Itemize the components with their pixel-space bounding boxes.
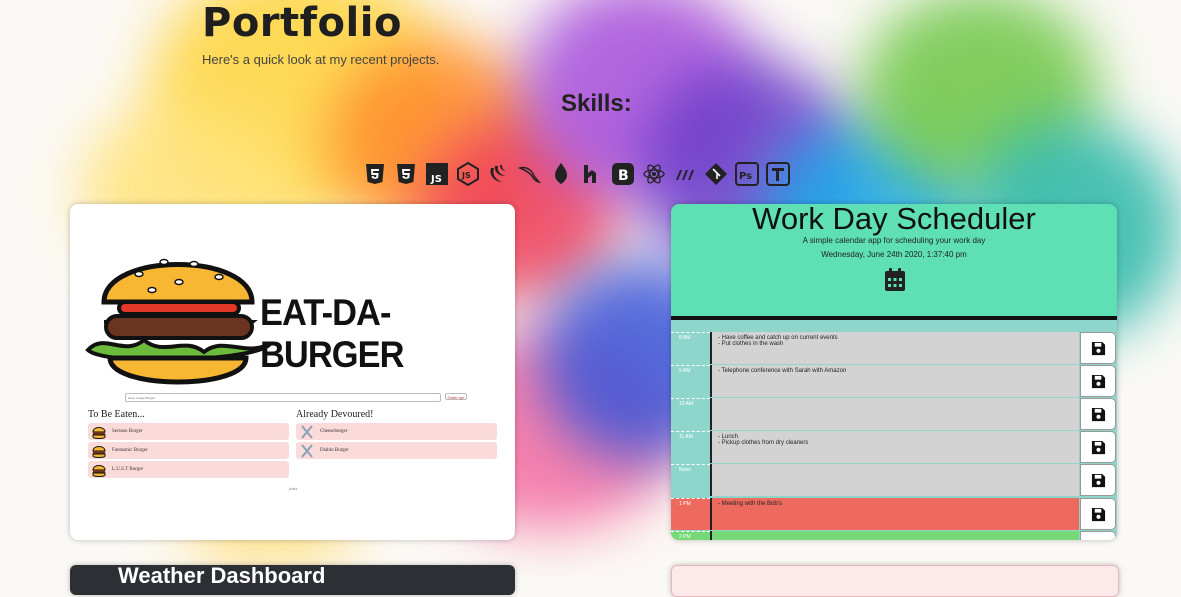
burger-list-item[interactable]: Serrano Burger (88, 423, 289, 440)
save-icon (1091, 374, 1105, 388)
git-icon (704, 162, 728, 186)
materialize-icon (673, 162, 697, 186)
save-icon (1091, 341, 1105, 355)
save-icon (1091, 540, 1106, 541)
scheduler-title: Work Day Scheduler (752, 204, 1036, 236)
skills-icons-row: JS JS B Ps (363, 160, 790, 188)
svg-text:JS: JS (461, 171, 471, 180)
mongodb-icon (549, 162, 573, 186)
burger-name-input[interactable] (125, 393, 441, 402)
devoured-list-item[interactable]: Diablo Burger (296, 442, 497, 459)
save-icon (1091, 440, 1105, 454)
fork-knife-icon (299, 443, 315, 459)
scheduler-subtitle: A simple calendar app for scheduling you… (802, 236, 986, 245)
burger-item-label: Fantasmic Burger (112, 448, 148, 453)
burger-item-label: Serrano Burger (112, 429, 143, 434)
save-button[interactable] (1080, 531, 1116, 540)
burger-order-form: Order up! (125, 393, 467, 402)
hour-row: 1 PM - Meeting with the Bob's (671, 498, 1117, 531)
burger-list-item[interactable]: L.U.S.T Burger (88, 461, 289, 478)
svg-text:B: B (618, 168, 629, 184)
save-button[interactable] (1080, 464, 1116, 496)
hour-rows-container: 8 AM - Have coffee and catch up on curre… (671, 320, 1117, 540)
page-title: Portfolio (202, 0, 402, 46)
burger-thumb-icon (91, 462, 107, 478)
burger-logo-icon (85, 258, 272, 385)
already-devoured-title: Already Devoured! (296, 409, 374, 420)
hour-label: 11 AM (671, 431, 710, 463)
jquery-icon (487, 162, 511, 186)
save-icon (1091, 407, 1105, 421)
svg-text:Ps: Ps (739, 171, 752, 182)
hour-event-text[interactable]: - Meeting with the Bob's (710, 498, 1079, 530)
devoured-item-label: Diablo Burger (320, 448, 349, 453)
order-up-button[interactable]: Order up! (445, 393, 467, 400)
bootstrap-icon: B (611, 162, 635, 186)
hour-row: 8 AM - Have coffee and catch up on curre… (671, 332, 1117, 365)
next-project-card[interactable] (671, 565, 1119, 597)
hour-label: 8 AM (671, 332, 710, 364)
burger-item-label: L.U.S.T Burger (112, 467, 144, 472)
mysql-icon (518, 162, 542, 186)
hour-row: 11 AM - Lunch - Pickup clothes from dry … (671, 431, 1117, 464)
hour-row: 2 PM (671, 531, 1117, 540)
hour-event-text[interactable]: - Telephone conference with Sarah with A… (710, 365, 1079, 397)
page-subtitle: Here's a quick look at my recent project… (202, 52, 440, 67)
to-be-eaten-title: To Be Eaten... (88, 409, 145, 420)
burger-project-card[interactable]: EAT-DA-BURGER Order up! To Be Eaten... A… (70, 204, 515, 540)
hour-label: 2 PM (671, 531, 710, 540)
burger-thumb-icon (91, 424, 107, 440)
save-button[interactable] (1080, 498, 1116, 530)
hour-label: Noon (671, 464, 710, 496)
nodejs-icon: JS (456, 162, 480, 186)
illustrator-icon (766, 162, 790, 186)
hour-label: 9 AM (671, 365, 710, 397)
save-icon (1091, 507, 1105, 521)
javascript-icon: JS (425, 162, 449, 186)
handlebars-icon (580, 162, 604, 186)
burger-list-item[interactable]: Fantasmic Burger (88, 442, 289, 459)
save-icon (1091, 473, 1105, 487)
weather-project-card[interactable]: Weather Dashboard (70, 565, 515, 595)
weather-project-title: Weather Dashboard (118, 565, 326, 588)
hour-event-text[interactable] (710, 531, 1079, 540)
scheduler-current-date: Wednesday, June 24th 2020, 1:37:40 pm (821, 250, 967, 259)
save-button[interactable] (1080, 398, 1116, 430)
hour-row: 10 AM (671, 398, 1117, 431)
css3-icon (394, 162, 418, 186)
svg-text:JS: JS (430, 174, 442, 185)
save-button[interactable] (1080, 365, 1116, 397)
react-icon (642, 162, 666, 186)
scheduler-project-card[interactable]: Work Day Scheduler A simple calendar app… (671, 204, 1117, 540)
fork-knife-icon (299, 424, 315, 440)
hour-event-text[interactable]: - Lunch - Pickup clothes from dry cleane… (710, 431, 1079, 463)
save-button[interactable] (1080, 431, 1116, 463)
hour-label: 1 PM (671, 498, 710, 530)
devoured-item-label: Cheeseburger (320, 429, 348, 434)
hour-row: 9 AM - Telephone conference with Sarah w… (671, 365, 1117, 398)
save-button[interactable] (1080, 332, 1116, 364)
hour-event-text[interactable] (710, 464, 1079, 496)
burger-footer-text: plats (289, 486, 298, 491)
hour-row: Noon (671, 464, 1117, 497)
burger-project-title: EAT-DA-BURGER (260, 292, 404, 375)
photoshop-icon: Ps (735, 162, 759, 186)
burger-thumb-icon (91, 443, 107, 459)
hour-label: 10 AM (671, 398, 710, 430)
calendar-icon (885, 268, 905, 291)
html5-icon (363, 162, 387, 186)
devoured-list-item[interactable]: Cheeseburger (296, 423, 497, 440)
hour-event-text[interactable] (710, 398, 1079, 430)
skills-heading: Skills: (561, 90, 632, 117)
hour-event-text[interactable]: - Have coffee and catch up on current ev… (710, 332, 1079, 364)
